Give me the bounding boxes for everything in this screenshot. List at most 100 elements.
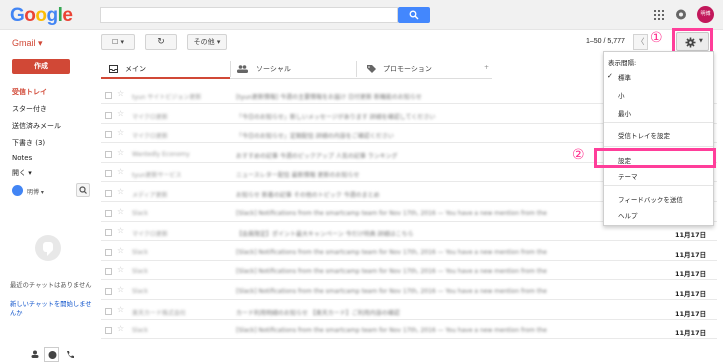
row-checkbox[interactable] (105, 111, 112, 119)
star-icon[interactable]: ☆ (117, 89, 124, 98)
density-cozy-option[interactable]: 小 (618, 90, 625, 100)
mail-subject: [Slack] Notifications from the smartcamp… (236, 248, 547, 256)
mail-row[interactable]: ☆ Slack [Slack] Notifications from the sma… (101, 244, 717, 261)
inbox-tabs: メイン ソーシャル プロモーション + (101, 59, 492, 79)
mail-subject: お知らせ 新着の記事 その他のトピック 今週のまとめ (236, 192, 380, 199)
mail-date: 11月17日 (675, 329, 707, 338)
star-icon[interactable]: ☆ (117, 226, 124, 235)
top-bar: Google 明博 (0, 0, 723, 30)
logo-letter: o (24, 5, 36, 26)
new-chat-link[interactable]: 新しいチャットを開始しませんか (10, 300, 96, 318)
account-avatar[interactable]: 明博 (697, 6, 714, 23)
sidebar-item-4[interactable]: Notes (12, 154, 32, 162)
settings-dropdown-menu: 表示間隔: ✓ 標準 小 最小 受信トレイを設定 設定 テーマ フィードバックを… (603, 51, 714, 226)
menu-divider (604, 122, 713, 123)
tab-label: ソーシャル (256, 65, 291, 73)
sidebar-item-5[interactable]: 開く ▾ (12, 168, 32, 178)
star-icon[interactable]: ☆ (117, 324, 124, 333)
star-icon[interactable]: ☆ (117, 207, 124, 216)
phone-icon[interactable] (66, 350, 74, 361)
mail-sender: Slack (132, 209, 148, 217)
search-button[interactable] (398, 7, 430, 23)
sidebar-item-2[interactable]: 送信済みメール (12, 121, 61, 131)
tag-icon (367, 65, 376, 73)
row-checkbox[interactable] (105, 209, 112, 217)
themes-item[interactable]: テーマ (618, 171, 638, 181)
star-icon[interactable]: ☆ (117, 285, 124, 294)
mail-date: 11月17日 (675, 250, 707, 259)
density-header: 表示間隔: (608, 59, 637, 67)
google-logo[interactable]: Google (10, 5, 73, 27)
mail-sender: マイクロ更新 (132, 231, 168, 239)
tab-social[interactable]: ソーシャル (231, 59, 356, 79)
annotation-step-2: ② (572, 147, 585, 163)
sidebar-item-3[interactable]: 下書き (3) (12, 138, 45, 148)
no-chat-message: 最近のチャットはありません (10, 282, 92, 289)
mail-date: 11月17日 (675, 290, 707, 298)
star-icon[interactable]: ☆ (117, 187, 124, 196)
gmail-menu-label[interactable]: Gmail ▾ (12, 38, 43, 49)
logo-letter: g (46, 5, 59, 26)
mail-row[interactable]: ☆ マイクロ更新 【会員限定】ポイント最大キャンペーン 今だけ特典 詳細はこちら 11… (101, 224, 717, 242)
mail-row[interactable]: ☆ Slack [Slack] Notifications from the sma… (101, 322, 717, 340)
row-checkbox[interactable] (105, 307, 112, 315)
row-checkbox[interactable] (105, 327, 112, 335)
tab-primary[interactable]: メイン (101, 59, 230, 79)
menu-divider (604, 146, 713, 147)
help-item[interactable]: ヘルプ (618, 210, 638, 220)
row-checkbox[interactable] (105, 288, 112, 295)
mail-subject: ニュースレター配信 最新情報 更新のお知らせ (236, 172, 360, 180)
star-icon[interactable]: ☆ (117, 109, 124, 118)
configure-inbox-item[interactable]: 受信トレイを設定 (618, 130, 670, 140)
chat-search-button[interactable] (76, 183, 90, 197)
row-checkbox[interactable] (105, 190, 112, 197)
density-compact-option[interactable]: 最小 (618, 108, 631, 118)
mail-row[interactable]: ☆ Slack [Slack] Notifications from the sma… (101, 283, 717, 300)
mail-row[interactable]: ☆ 楽天カード株式会社 カード利用明細のお知らせ 【楽天カード】ご利用内容の確認 11… (101, 303, 717, 320)
star-icon[interactable]: ☆ (117, 167, 124, 176)
row-checkbox[interactable] (105, 248, 112, 256)
star-icon[interactable]: ☆ (117, 246, 124, 255)
mail-subject: カード利用明細のお知らせ 【楽天カード】ご利用内容の確認 (236, 309, 400, 317)
row-checkbox[interactable] (105, 268, 112, 276)
sidebar-item-1[interactable]: スター付き (12, 104, 47, 114)
select-all-button[interactable]: ☐ ▾ (101, 34, 135, 50)
logo-letter: o (35, 5, 47, 26)
prev-page-button[interactable]: 〈 (633, 34, 648, 50)
add-tab-icon[interactable]: + (484, 64, 489, 71)
apps-icon[interactable] (654, 10, 664, 20)
tab-label: メイン (125, 65, 146, 73)
mail-row[interactable]: ☆ Slack [Slack] Notifications from the sma… (101, 263, 717, 281)
row-checkbox[interactable] (105, 229, 112, 237)
mail-sender: tyun サイトビジョン更新 (132, 94, 202, 101)
row-checkbox[interactable] (105, 131, 112, 139)
more-button[interactable]: その他 ▾ (187, 34, 227, 50)
tab-promotions[interactable]: プロモーション (357, 59, 485, 79)
compose-button[interactable]: 作成 (12, 59, 70, 74)
refresh-button[interactable]: ↻ (145, 34, 177, 50)
star-icon[interactable]: ☆ (117, 128, 124, 137)
mail-sender: Slack (132, 268, 148, 276)
hangouts-icon (35, 235, 61, 261)
person-icon[interactable] (31, 350, 39, 360)
mail-sender: 楽天カード株式会社 (132, 309, 187, 317)
logo-letter: e (62, 5, 73, 26)
row-checkbox[interactable] (105, 92, 112, 99)
notifications-icon[interactable] (676, 9, 686, 20)
pagination-count: 1–50 / 5,777 (586, 38, 625, 45)
sidebar-item-0[interactable]: 受信トレイ (12, 87, 47, 97)
row-checkbox[interactable] (105, 150, 112, 158)
star-icon[interactable]: ☆ (117, 265, 124, 274)
star-icon[interactable]: ☆ (117, 305, 124, 314)
search-input[interactable] (100, 7, 398, 23)
send-feedback-item[interactable]: フィードバックを送信 (618, 194, 683, 204)
row-checkbox[interactable] (105, 170, 112, 178)
hangouts-tab[interactable] (44, 347, 59, 362)
mail-sender: tyun更新サービス (132, 172, 182, 180)
mail-subject: おすすめの記事 今週のピックアップ 人気の記事 ランキング (236, 152, 398, 160)
density-comfortable-option[interactable]: 標準 (618, 72, 631, 82)
mail-sender: マイクロ更新 (132, 133, 168, 141)
check-icon: ✓ (607, 72, 613, 80)
star-icon[interactable]: ☆ (117, 148, 124, 157)
tab-label: プロモーション (383, 65, 432, 73)
